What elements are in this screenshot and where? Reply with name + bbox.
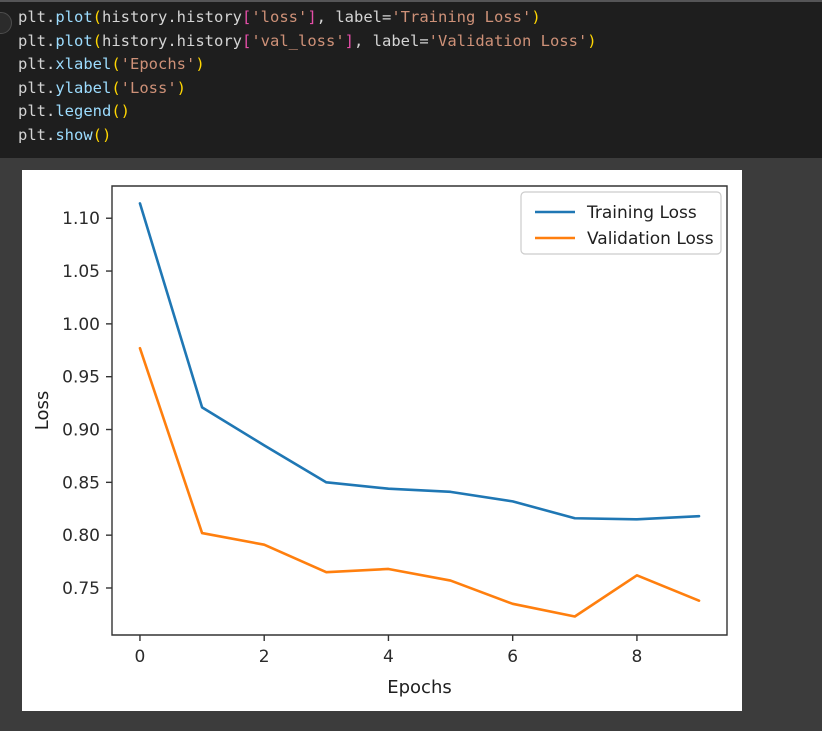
code-token: [: [241, 31, 252, 50]
code-token: history.history: [102, 31, 242, 50]
y-tick-label: 1.00: [62, 315, 100, 335]
code-line: plt.show(): [18, 124, 808, 148]
code-line: plt.legend(): [18, 100, 808, 124]
code-token: legend: [55, 102, 112, 121]
code-token: (: [111, 55, 121, 74]
matplotlib-figure-output: 0 2 4 6 8 0.75 0.80 0.85 0.90 0.95 1.00 1.05 1.10 E…: [22, 170, 742, 711]
y-tick-label: 0.75: [62, 579, 100, 599]
code-line: plt.plot(history.history['val_loss'], la…: [18, 30, 808, 54]
y-tick-label: 0.90: [62, 421, 100, 441]
run-cell-orb-icon[interactable]: [0, 12, 12, 34]
x-tick-label: 2: [259, 647, 270, 667]
code-token: plt.: [18, 102, 56, 121]
code-token: plot: [55, 8, 93, 26]
code-line: plt.plot(history.history['loss'], label=…: [18, 6, 808, 30]
code-token: ): [531, 8, 541, 26]
code-token: plot: [55, 31, 93, 50]
code-line: plt.xlabel('Epochs'): [18, 53, 808, 77]
code-token: , label=: [316, 8, 392, 26]
code-token: xlabel: [55, 55, 112, 74]
legend-label-1: Training Loss: [586, 203, 697, 223]
code-token: 'Epochs': [120, 55, 196, 74]
code-token: (): [92, 125, 112, 144]
y-tick-label: 0.85: [62, 473, 100, 493]
x-tick-label: 0: [135, 647, 146, 667]
y-tick-label: 1.10: [62, 209, 100, 229]
code-token: 'Loss': [120, 78, 177, 97]
code-token: ): [587, 31, 597, 50]
code-token: (: [92, 8, 102, 26]
code-token: ]: [344, 31, 354, 50]
code-token: ylabel: [55, 78, 112, 97]
y-axis-label: Loss: [32, 391, 53, 430]
code-token: [: [241, 8, 252, 26]
code-token: 'loss': [251, 8, 308, 26]
code-token: show: [55, 125, 93, 144]
code-token: 'Training Loss': [391, 8, 532, 26]
y-tick-label: 1.05: [62, 262, 100, 282]
code-token: plt.: [18, 31, 56, 50]
x-tick-label: 6: [507, 647, 518, 667]
x-tick-label: 4: [383, 647, 394, 667]
code-token: plt.: [18, 125, 56, 144]
code-token: plt.: [18, 8, 56, 26]
x-tick-label: 8: [632, 647, 643, 667]
code-token: ]: [307, 8, 317, 26]
code-token: (): [111, 102, 130, 121]
notebook-output-view: plt.plot(history.history['loss'], label=…: [0, 0, 822, 731]
code-token: ): [195, 55, 205, 74]
code-editor-text[interactable]: plt.plot(history.history['loss'], label=…: [18, 6, 808, 148]
code-cell[interactable]: plt.plot(history.history['loss'], label=…: [0, 0, 822, 158]
loss-curve-chart: 0 2 4 6 8 0.75 0.80 0.85 0.90 0.95 1.00 1.05 1.10 E…: [22, 170, 742, 711]
y-tick-label: 0.80: [62, 526, 100, 546]
code-token: 'val_loss': [251, 31, 345, 50]
chart-legend[interactable]: Training Loss Validation Loss: [520, 191, 722, 255]
cell-top-divider: [0, 0, 822, 2]
code-token: (: [111, 78, 121, 97]
code-line: plt.ylabel('Loss'): [18, 77, 808, 101]
x-axis-label: Epochs: [387, 677, 452, 698]
code-token: ): [176, 78, 187, 97]
legend-label-2: Validation Loss: [587, 229, 714, 249]
code-token: , label=: [354, 31, 429, 50]
code-token: history.history: [102, 8, 242, 26]
y-tick-label: 0.95: [62, 368, 100, 388]
code-token: plt.: [18, 78, 56, 97]
code-token: (: [92, 31, 102, 50]
code-token: plt.: [18, 55, 56, 74]
code-token: 'Validation Loss': [428, 31, 588, 50]
